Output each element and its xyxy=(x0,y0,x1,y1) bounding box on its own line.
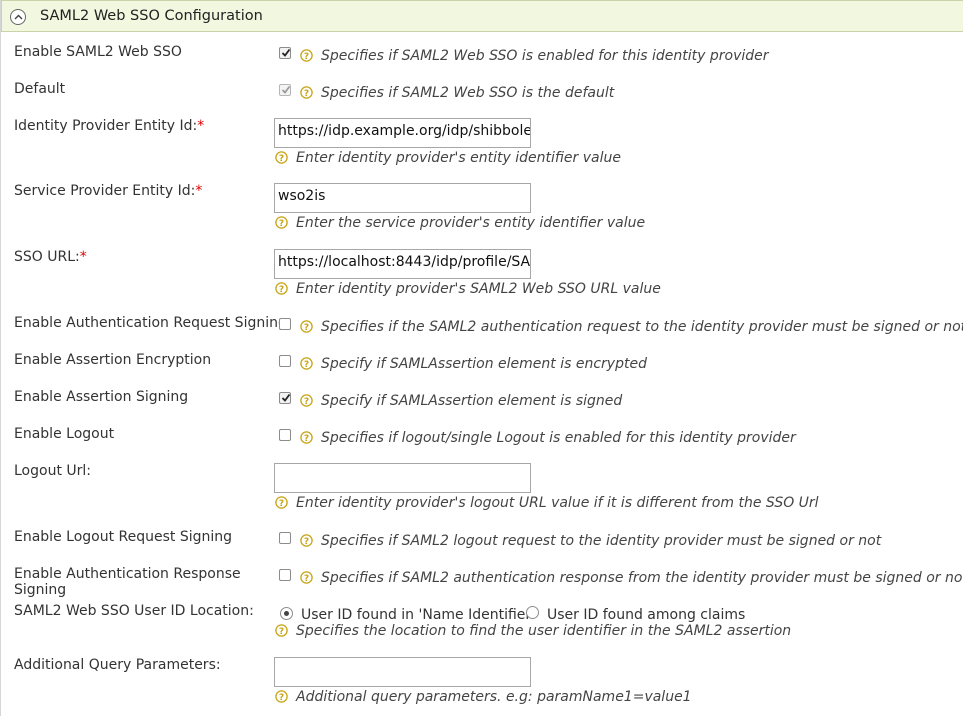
help-icon: ? xyxy=(300,534,313,547)
help-icon: ? xyxy=(300,357,313,370)
assertion-encryption-label: Enable Assertion Encryption xyxy=(14,352,212,368)
help-icon: ? xyxy=(300,571,313,584)
sso-url-label: SSO URL:* xyxy=(14,249,87,265)
help-icon: ? xyxy=(275,624,288,637)
required-marker: * xyxy=(195,183,203,199)
help-icon: ? xyxy=(300,49,313,62)
default-label: Default xyxy=(14,81,66,97)
logout-url-label: Logout Url: xyxy=(14,463,91,479)
enable-logout-checkbox[interactable] xyxy=(279,429,291,441)
logout-request-signing-checkbox[interactable] xyxy=(279,532,291,544)
saml2-sso-config-panel: SAML2 Web SSO Configuration Enable SAML2… xyxy=(0,0,963,716)
chevron-up-icon[interactable] xyxy=(10,9,26,25)
svg-text:?: ? xyxy=(304,323,309,333)
sp-entity-id-label: Service Provider Entity Id:* xyxy=(14,183,202,199)
svg-text:?: ? xyxy=(279,219,284,229)
section-header[interactable]: SAML2 Web SSO Configuration xyxy=(1,0,963,32)
auth-response-signing-checkbox[interactable] xyxy=(279,569,291,581)
sso-url-label-text: SSO URL: xyxy=(14,249,80,265)
enable-sso-label: Enable SAML2 Web SSO xyxy=(14,44,182,60)
assertion-encryption-hint: Specify if SAMLAssertion element is encr… xyxy=(321,356,647,372)
enable-sso-checkbox[interactable] xyxy=(279,47,291,59)
sp-entity-id-label-text: Service Provider Entity Id: xyxy=(14,183,196,199)
user-id-location-hint: Specifies the location to find the user … xyxy=(296,623,792,639)
help-icon: ? xyxy=(275,496,288,509)
enable-logout-hint: Specifies if logout/single Logout is ena… xyxy=(321,430,796,446)
svg-text:?: ? xyxy=(304,397,309,407)
idp-entity-id-label: Identity Provider Entity Id:* xyxy=(14,118,204,134)
svg-text:?: ? xyxy=(279,154,284,164)
default-hint: Specifies if SAML2 Web SSO is the defaul… xyxy=(321,85,615,101)
assertion-encryption-checkbox[interactable] xyxy=(279,355,291,367)
svg-text:?: ? xyxy=(304,89,309,99)
user-id-claims-radio[interactable] xyxy=(526,606,539,619)
required-marker: * xyxy=(197,118,205,134)
help-icon: ? xyxy=(275,151,288,164)
help-icon: ? xyxy=(275,690,288,703)
logout-url-input[interactable] xyxy=(274,463,531,493)
logout-url-hint: Enter identity provider's logout URL val… xyxy=(296,495,819,511)
svg-text:?: ? xyxy=(304,574,309,584)
enable-logout-label: Enable Logout xyxy=(14,426,115,442)
user-id-claims-label[interactable]: User ID found among claims xyxy=(547,607,745,623)
logout-request-signing-label: Enable Logout Request Signing xyxy=(14,529,233,545)
svg-text:?: ? xyxy=(279,285,284,295)
svg-text:?: ? xyxy=(304,52,309,62)
idp-entity-id-label-text: Identity Provider Entity Id: xyxy=(14,118,198,134)
additional-query-params-label: Additional Query Parameters: xyxy=(14,657,221,673)
help-icon: ? xyxy=(300,86,313,99)
required-marker: * xyxy=(79,249,87,265)
help-icon: ? xyxy=(300,394,313,407)
help-icon: ? xyxy=(300,320,313,333)
assertion-signing-checkbox[interactable] xyxy=(279,392,291,404)
sp-entity-id-hint: Enter the service provider's entity iden… xyxy=(296,215,646,231)
user-id-name-identifier-label[interactable]: User ID found in 'Name Identifier' xyxy=(301,607,535,623)
user-id-name-identifier-radio[interactable] xyxy=(280,607,293,620)
svg-text:?: ? xyxy=(279,627,284,637)
default-checkbox[interactable] xyxy=(279,84,291,96)
auth-response-signing-hint: Specifies if SAML2 authentication respon… xyxy=(321,570,963,586)
svg-text:?: ? xyxy=(279,693,284,703)
svg-text:?: ? xyxy=(304,537,309,547)
auth-request-signing-checkbox[interactable] xyxy=(279,318,291,330)
section-title: SAML2 Web SSO Configuration xyxy=(40,8,263,24)
auth-request-signing-label: Enable Authentication Request Signing xyxy=(14,315,287,331)
user-id-location-label: SAML2 Web SSO User ID Location: xyxy=(14,603,254,619)
sso-url-input[interactable]: https://localhost:8443/idp/profile/SAML2… xyxy=(274,249,531,279)
help-icon: ? xyxy=(275,216,288,229)
additional-query-params-input[interactable] xyxy=(274,657,531,687)
sso-url-hint: Enter identity provider's SAML2 Web SSO … xyxy=(296,281,661,297)
idp-entity-id-input[interactable]: https://idp.example.org/idp/shibboleth xyxy=(274,118,531,148)
sp-entity-id-input[interactable]: wso2is xyxy=(274,183,531,213)
logout-request-signing-hint: Specifies if SAML2 logout request to the… xyxy=(321,533,882,549)
auth-request-signing-hint: Specifies if the SAML2 authentication re… xyxy=(321,319,963,335)
assertion-signing-hint: Specify if SAMLAssertion element is sign… xyxy=(321,393,623,409)
auth-response-signing-label: Enable Authentication Response Signing xyxy=(14,566,241,598)
help-icon: ? xyxy=(300,431,313,444)
idp-entity-id-hint: Enter identity provider's entity identif… xyxy=(296,150,621,166)
additional-query-params-hint: Additional query parameters. e.g: paramN… xyxy=(296,689,692,705)
help-icon: ? xyxy=(275,282,288,295)
svg-text:?: ? xyxy=(279,499,284,509)
svg-text:?: ? xyxy=(304,360,309,370)
assertion-signing-label: Enable Assertion Signing xyxy=(14,389,189,405)
svg-text:?: ? xyxy=(304,434,309,444)
enable-sso-hint: Specifies if SAML2 Web SSO is enabled fo… xyxy=(321,48,769,64)
